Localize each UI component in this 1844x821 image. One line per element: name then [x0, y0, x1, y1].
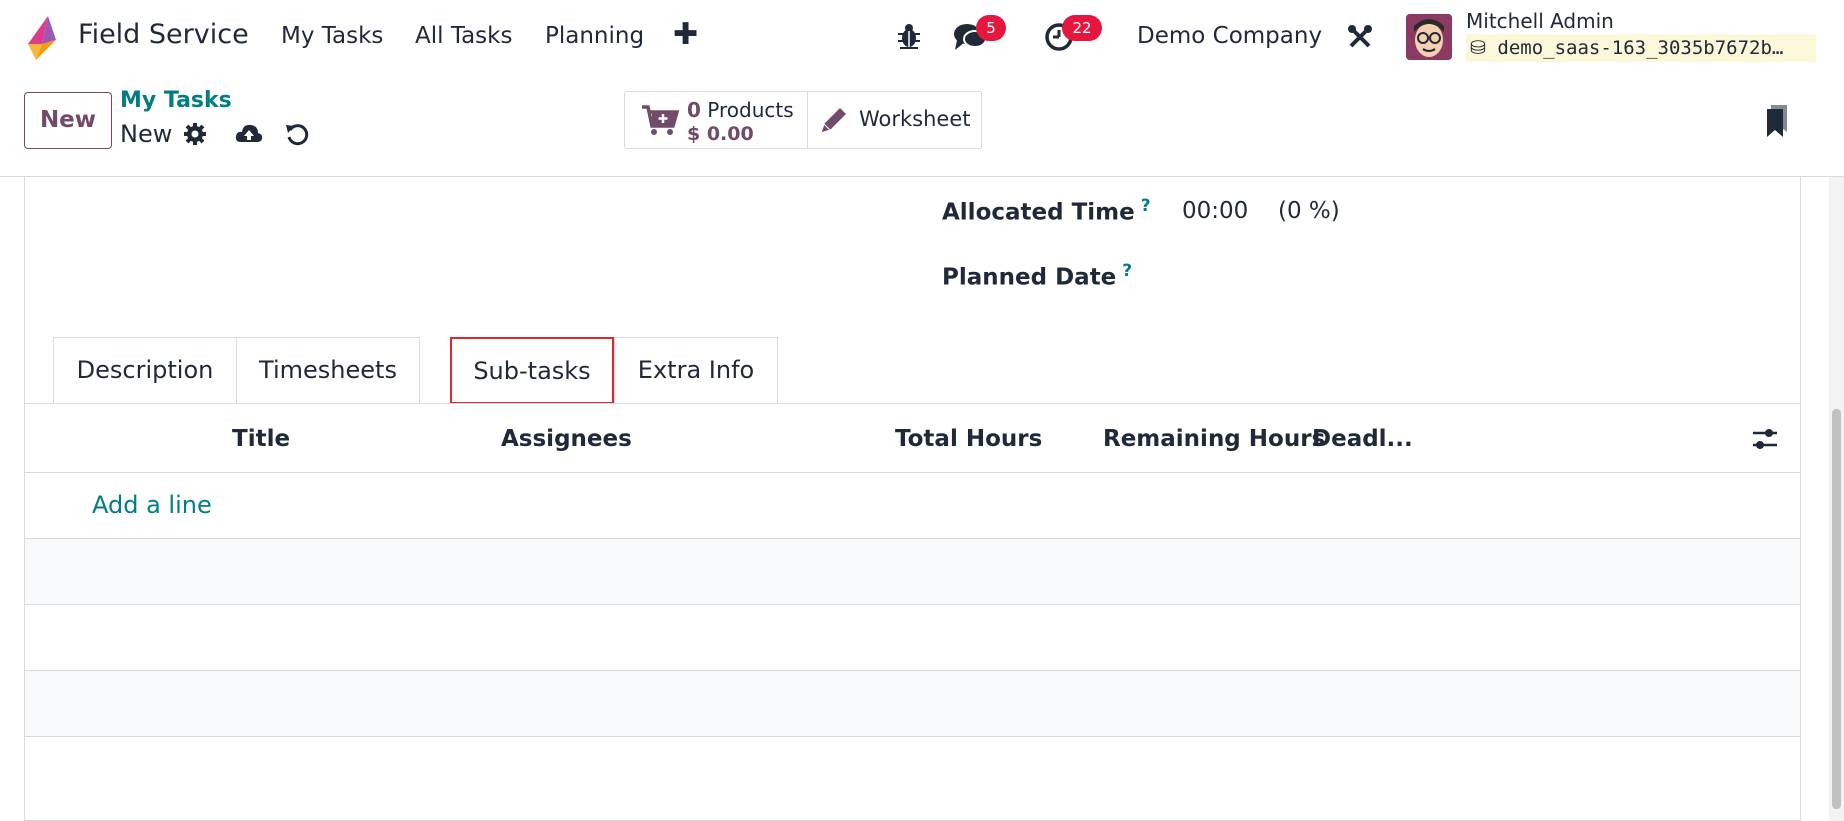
table-row: Add a line — [25, 473, 1800, 539]
products-price: $ 0.00 — [687, 123, 754, 145]
worksheet-smart-button[interactable]: Worksheet — [808, 92, 982, 148]
products-count-value: 0 — [687, 98, 701, 122]
products-smart-button[interactable]: 0 Products $ 0.00 — [625, 92, 807, 148]
new-button[interactable]: New — [24, 92, 112, 149]
form-sheet: Allocated Time? 00:00 (0 %) Planned Date… — [24, 177, 1801, 821]
breadcrumb-current: New — [120, 120, 173, 148]
tab-sub-tasks[interactable]: Sub-tasks — [450, 337, 614, 404]
column-settings-icon[interactable] — [1751, 426, 1779, 452]
database-icon: ⛁ — [1470, 37, 1486, 59]
table-row — [25, 671, 1800, 737]
bookmark-icon[interactable] — [1766, 104, 1788, 138]
column-deadline[interactable]: Deadl... — [1312, 426, 1413, 452]
menu-all-tasks[interactable]: All Tasks — [415, 23, 512, 49]
bug-icon[interactable] — [896, 22, 922, 50]
avatar[interactable] — [1406, 14, 1452, 60]
tab-description[interactable]: Description — [53, 337, 237, 404]
table-row — [25, 605, 1800, 671]
planned-date-label: Planned Date? — [942, 261, 1132, 291]
plus-icon[interactable]: ✚ — [673, 17, 698, 52]
table-row — [25, 539, 1800, 605]
database-name: ⛁ demo_saas-163_3035b7672b… — [1466, 34, 1816, 62]
allocated-time-input[interactable]: 00:00 — [1182, 198, 1248, 224]
add-line-link[interactable]: Add a line — [92, 491, 212, 519]
scrollbar[interactable] — [1829, 177, 1844, 821]
allocated-time-text: Allocated Time — [942, 199, 1135, 226]
products-count: 0 Products — [687, 98, 794, 122]
column-assignees[interactable]: Assignees — [501, 426, 632, 452]
tab-timesheets[interactable]: Timesheets — [236, 337, 420, 404]
allocated-time-percent: (0 %) — [1278, 198, 1340, 224]
menu-planning[interactable]: Planning — [545, 23, 644, 49]
undo-icon[interactable] — [285, 122, 309, 146]
allocated-time-help[interactable]: ? — [1141, 196, 1151, 216]
column-total-hours[interactable]: Total Hours — [895, 426, 1042, 452]
planned-date-help[interactable]: ? — [1122, 261, 1132, 281]
worksheet-label: Worksheet — [859, 107, 971, 131]
app-logo-icon[interactable] — [22, 14, 62, 62]
column-remaining-hours[interactable]: Remaining Hours — [1103, 426, 1325, 452]
allocated-time-label: Allocated Time? — [942, 196, 1151, 226]
gear-icon[interactable] — [183, 122, 207, 146]
company-switcher[interactable]: Demo Company — [1137, 23, 1322, 49]
planned-date-text: Planned Date — [942, 264, 1117, 291]
cloud-upload-icon[interactable] — [235, 122, 263, 146]
pencil-icon — [820, 108, 846, 134]
cart-icon — [642, 105, 679, 135]
messages-badge: 5 — [976, 15, 1006, 41]
products-label: Products — [707, 98, 794, 122]
app-name[interactable]: Field Service — [78, 19, 249, 50]
scroll-thumb[interactable] — [1832, 409, 1841, 809]
control-panel: New My Tasks New 0 Products $ 0.00 Works… — [0, 76, 1844, 177]
tools-icon[interactable] — [1347, 24, 1373, 50]
user-name[interactable]: Mitchell Admin — [1466, 9, 1614, 33]
tab-extra-info[interactable]: Extra Info — [614, 337, 778, 404]
column-title[interactable]: Title — [232, 426, 290, 452]
menu-my-tasks[interactable]: My Tasks — [281, 23, 383, 49]
smart-buttons: 0 Products $ 0.00 Worksheet — [624, 91, 982, 149]
activities-badge: 22 — [1062, 15, 1102, 41]
table-row — [25, 737, 1800, 821]
database-label: demo_saas-163_3035b7672b… — [1497, 37, 1784, 59]
subtasks-table-header: Title Assignees Total Hours Remaining Ho… — [25, 404, 1800, 473]
breadcrumb-my-tasks[interactable]: My Tasks — [120, 88, 232, 113]
top-navbar: Field Service My Tasks All Tasks Plannin… — [0, 0, 1844, 76]
